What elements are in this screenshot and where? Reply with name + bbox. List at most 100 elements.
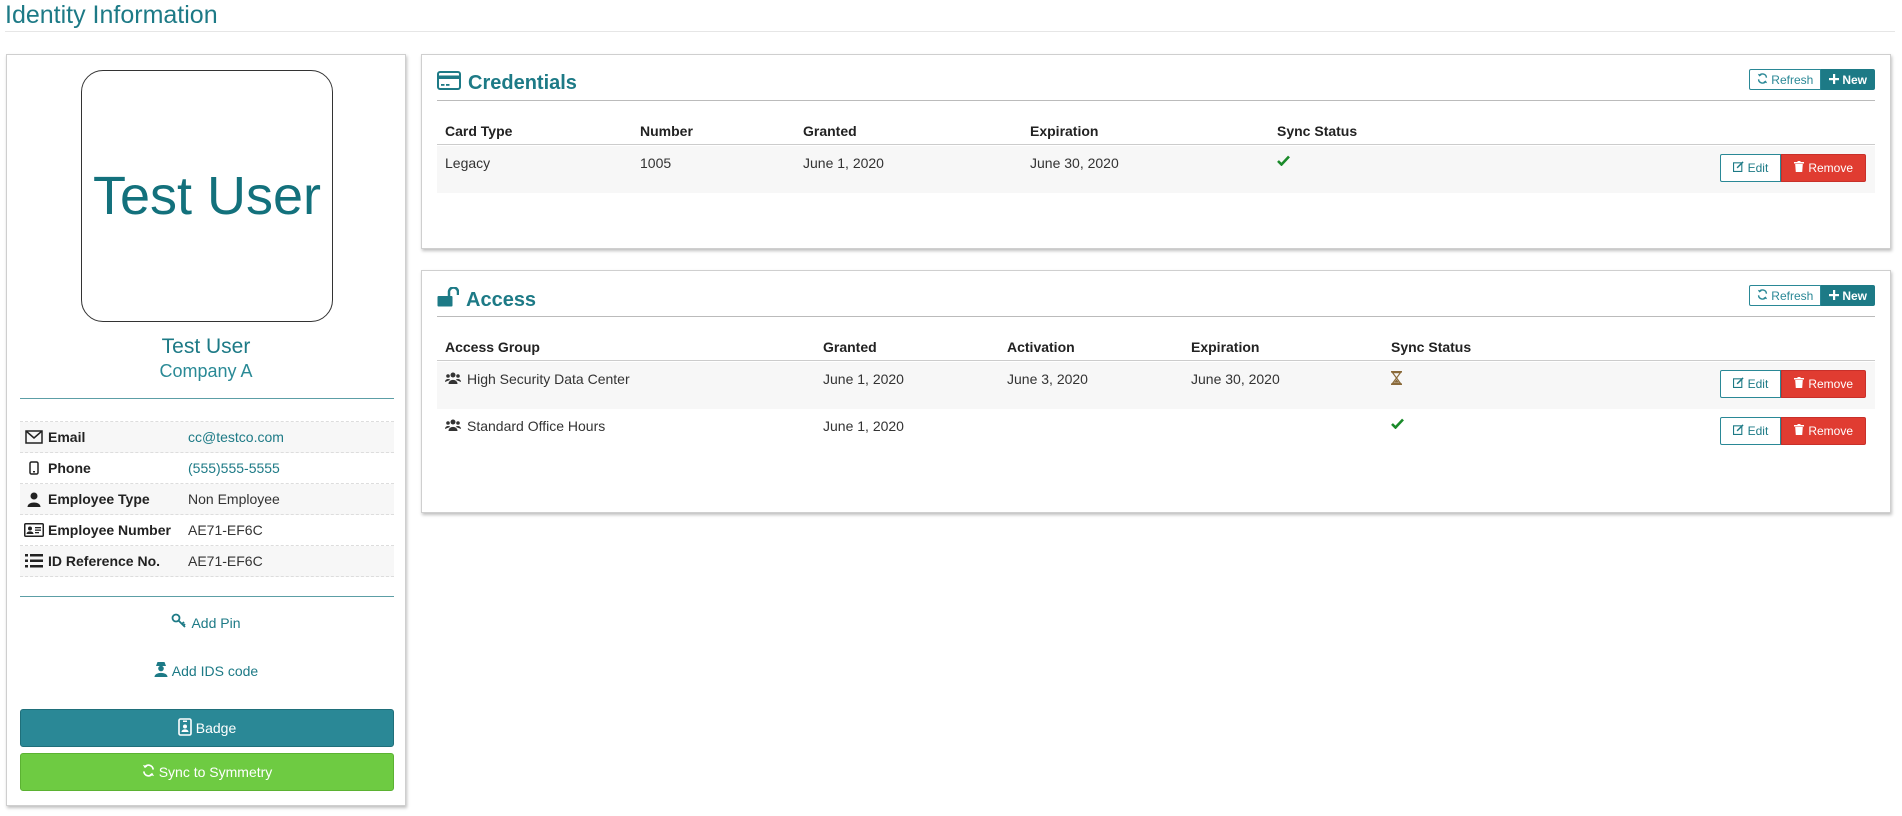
info-row-email: Email cc@testco.com	[20, 422, 394, 453]
trash-icon	[1794, 424, 1805, 438]
refresh-label: Refresh	[1771, 288, 1814, 303]
credentials-button-group: Refresh New	[1749, 69, 1875, 90]
activation-cell: June 3, 2020	[1007, 371, 1088, 387]
info-row-id-reference: ID Reference No. AE71-EF6C	[20, 546, 394, 577]
table-row: Standard Office Hours June 1, 2020 Edit …	[437, 409, 1875, 456]
check-icon	[1277, 155, 1290, 166]
unlock-icon	[437, 286, 460, 313]
access-new-button[interactable]: New	[1821, 285, 1875, 306]
email-link[interactable]: cc@testco.com	[188, 429, 284, 445]
access-refresh-button[interactable]: Refresh	[1749, 285, 1822, 306]
badge-button[interactable]: Badge	[20, 709, 394, 747]
table-row: Legacy 1005 June 1, 2020 June 30, 2020 E…	[437, 146, 1875, 193]
credentials-header: Credentials Refresh New	[437, 69, 1875, 101]
remove-button[interactable]: Remove	[1781, 154, 1866, 182]
credentials-refresh-button[interactable]: Refresh	[1749, 69, 1822, 90]
row-actions: Edit Remove	[1719, 370, 1866, 398]
refresh-label: Refresh	[1771, 72, 1814, 87]
id-reference-value: AE71-EF6C	[188, 553, 263, 569]
id-reference-label: ID Reference No.	[48, 553, 161, 569]
users-icon	[445, 371, 461, 387]
info-row-phone: Phone (555)555-5555	[20, 453, 394, 484]
badge-icon	[177, 717, 192, 739]
plus-icon	[1829, 289, 1840, 303]
trash-icon	[1794, 161, 1805, 175]
edit-icon	[1732, 377, 1744, 391]
access-title-text: Access	[466, 288, 537, 311]
hourglass-icon	[1391, 371, 1402, 385]
column-header: Card Type	[445, 123, 513, 139]
credentials-panel: Credentials Refresh New Card Type Number…	[421, 54, 1891, 249]
edit-icon	[1732, 424, 1744, 438]
phone-link[interactable]: (555)555-5555	[188, 460, 280, 476]
column-header: Sync Status	[1277, 123, 1358, 139]
id-card-icon	[20, 523, 48, 537]
profile-name: Test User	[161, 335, 251, 358]
avatar: Test User	[81, 70, 333, 322]
profile-company: Company A	[159, 361, 253, 381]
access-group-name: Standard Office Hours	[467, 418, 606, 434]
employee-type-value: Non Employee	[188, 491, 280, 507]
sync-label: Sync to Symmetry	[158, 764, 273, 780]
refresh-icon	[142, 764, 155, 780]
profile-panel: Test User Test User Company A Email cc@t…	[6, 54, 406, 806]
add-ids-code-label: Add IDS code	[171, 662, 259, 679]
credentials-table-header: Card Type Number Granted Expiration Sync…	[437, 113, 1875, 145]
edit-label: Edit	[1747, 161, 1769, 175]
access-table-header: Access Group Granted Activation Expirati…	[437, 329, 1875, 361]
info-row-employee-type: Employee Type Non Employee	[20, 484, 394, 515]
avatar-text: Test User	[92, 166, 322, 226]
envelope-icon	[20, 430, 48, 444]
access-panel: Access Refresh New Access Group Granted …	[421, 270, 1891, 513]
email-label: Email	[48, 429, 86, 445]
remove-label: Remove	[1808, 161, 1853, 175]
remove-label: Remove	[1808, 424, 1853, 438]
employee-number-value: AE71-EF6C	[188, 522, 263, 538]
access-group-cell: Standard Office Hours	[445, 418, 605, 434]
granted-cell: June 1, 2020	[823, 371, 904, 387]
edit-button[interactable]: Edit	[1719, 370, 1782, 398]
edit-button[interactable]: Edit	[1719, 417, 1782, 445]
remove-button[interactable]: Remove	[1781, 417, 1866, 445]
phone-icon	[20, 461, 48, 475]
card-type-cell: Legacy	[445, 155, 491, 171]
edit-label: Edit	[1747, 377, 1769, 391]
table-row: High Security Data Center June 1, 2020 J…	[437, 362, 1875, 409]
number-cell: 1005	[640, 155, 672, 171]
key-icon	[171, 613, 187, 632]
plus-icon	[1829, 73, 1840, 87]
column-header: Access Group	[445, 339, 540, 355]
user-secret-icon	[154, 661, 168, 680]
column-header: Granted	[823, 339, 877, 355]
expiration-cell: June 30, 2020	[1191, 371, 1280, 387]
refresh-icon	[1757, 288, 1768, 303]
edit-button[interactable]: Edit	[1719, 154, 1782, 182]
access-header: Access Refresh New	[437, 285, 1875, 317]
remove-button[interactable]: Remove	[1781, 370, 1866, 398]
credit-card-icon	[437, 71, 461, 96]
page-title: Identity Information	[5, 1, 218, 29]
credentials-new-button[interactable]: New	[1821, 69, 1875, 90]
add-pin-link[interactable]: Add Pin	[7, 613, 405, 632]
granted-cell: June 1, 2020	[823, 418, 904, 434]
new-label: New	[1842, 72, 1867, 87]
edit-icon	[1732, 161, 1744, 175]
row-actions: Edit Remove	[1719, 417, 1866, 445]
column-header: Granted	[803, 123, 857, 139]
column-header: Number	[640, 123, 693, 139]
info-row-employee-number: Employee Number AE71-EF6C	[20, 515, 394, 546]
column-header: Activation	[1007, 339, 1075, 355]
divider	[20, 398, 394, 399]
employee-type-label: Employee Type	[48, 491, 150, 507]
phone-label: Phone	[48, 460, 91, 476]
add-pin-label: Add Pin	[191, 614, 241, 631]
divider	[20, 596, 394, 597]
employee-number-label: Employee Number	[48, 522, 171, 538]
sync-to-symmetry-button[interactable]: Sync to Symmetry	[20, 753, 394, 791]
remove-label: Remove	[1808, 377, 1853, 391]
column-header: Sync Status	[1391, 339, 1472, 355]
row-actions: Edit Remove	[1719, 154, 1866, 182]
add-ids-code-link[interactable]: Add IDS code	[7, 661, 405, 680]
column-header: Expiration	[1191, 339, 1260, 355]
trash-icon	[1794, 377, 1805, 391]
